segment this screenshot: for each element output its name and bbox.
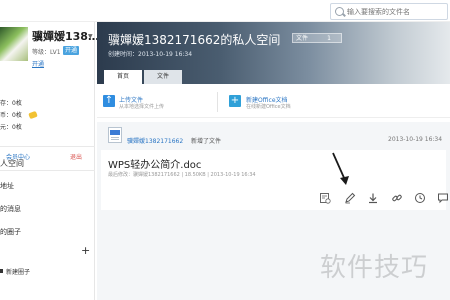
new-office-doc-desc: 在线新建Office文档 <box>246 104 291 110</box>
link-icon[interactable] <box>391 192 403 204</box>
logout-link[interactable]: 退出 <box>70 152 82 161</box>
edit-icon[interactable] <box>344 192 356 204</box>
feed-action-text: 新增了文件 <box>191 138 222 145</box>
space-banner: 骥嬋嫒1382171662的私人空间 创建时间：2013-10-19 16:34… <box>97 22 450 84</box>
stat-balance: 元：0枚 <box>0 124 22 131</box>
feed-user-link[interactable]: 骥嬋嫒1382171662 <box>127 136 183 145</box>
doc-file-icon <box>108 127 122 143</box>
divider <box>0 170 95 171</box>
plus-icon[interactable]: + <box>81 245 90 256</box>
divider <box>0 146 95 147</box>
left-sidebar: 骥嬋嫒138… ▼ 等级：LV1 开通 开通 存：0枚 币：0枚 元：0枚 会员… <box>0 22 99 300</box>
level-badge[interactable]: 开通 <box>63 46 80 55</box>
sidebar-item-personal-space[interactable]: 人空间 <box>0 158 24 169</box>
search-box[interactable] <box>330 3 448 20</box>
annotation-arrow-icon <box>332 152 349 185</box>
comment-icon[interactable] <box>437 192 449 204</box>
tab-files[interactable]: 文件 <box>144 70 182 84</box>
file-name-link[interactable]: WPS轻办公简介.doc <box>108 156 201 171</box>
new-group-link[interactable]: 新建圈子 <box>6 267 30 276</box>
chevron-down-icon[interactable]: ▼ <box>88 33 93 40</box>
file-meta: 最后修改：骥嬋嫒1382171662 | 18.50KB | 2013-10-1… <box>108 172 256 178</box>
group-bullet-icon <box>0 269 3 273</box>
file-card: WPS轻办公简介.doc 最后修改：骥嬋嫒1382171662 | 18.50K… <box>101 150 449 210</box>
action-bar: ↑ 上传文件 从本地选择文件上传 + 新建Office文档 在线新建Office… <box>97 84 450 118</box>
file-count: 1 <box>327 35 331 42</box>
watermark: 软件技巧 <box>320 253 429 283</box>
feed-timestamp: 2013-10-19 16:34 <box>388 136 443 143</box>
open-link[interactable]: 开通 <box>32 59 44 68</box>
user-level: 等级：LV1 <box>32 49 61 56</box>
stat-storage: 存：0枚 <box>0 100 22 107</box>
clock-icon[interactable] <box>414 192 426 204</box>
page-title: 骥嬋嫒1382171662的私人空间 <box>108 33 281 47</box>
created-date: 创建时间：2013-10-19 16:34 <box>108 51 193 58</box>
sidebar-item-groups[interactable]: 的圈子 <box>0 227 21 237</box>
top-bar <box>0 0 450 22</box>
file-count-badge[interactable]: 文件 1 <box>292 33 342 43</box>
upload-icon[interactable]: ↑ <box>103 95 115 107</box>
tab-home[interactable]: 首页 <box>104 70 142 84</box>
sidebar-item-messages[interactable]: 的消息 <box>0 204 21 214</box>
file-label: 文件 <box>296 35 309 42</box>
stat-coins: 币：0枚 <box>0 112 22 119</box>
history-icon[interactable] <box>319 192 331 204</box>
sidebar-item-address[interactable]: 地址 <box>0 181 14 191</box>
divider <box>217 92 218 112</box>
download-icon[interactable] <box>367 192 379 204</box>
avatar[interactable] <box>0 27 28 61</box>
search-icon[interactable] <box>335 7 344 16</box>
coin-icon <box>28 110 38 120</box>
search-input[interactable] <box>347 5 445 19</box>
plus-icon[interactable]: + <box>229 95 241 107</box>
upload-desc: 从本地选择文件上传 <box>119 104 165 110</box>
